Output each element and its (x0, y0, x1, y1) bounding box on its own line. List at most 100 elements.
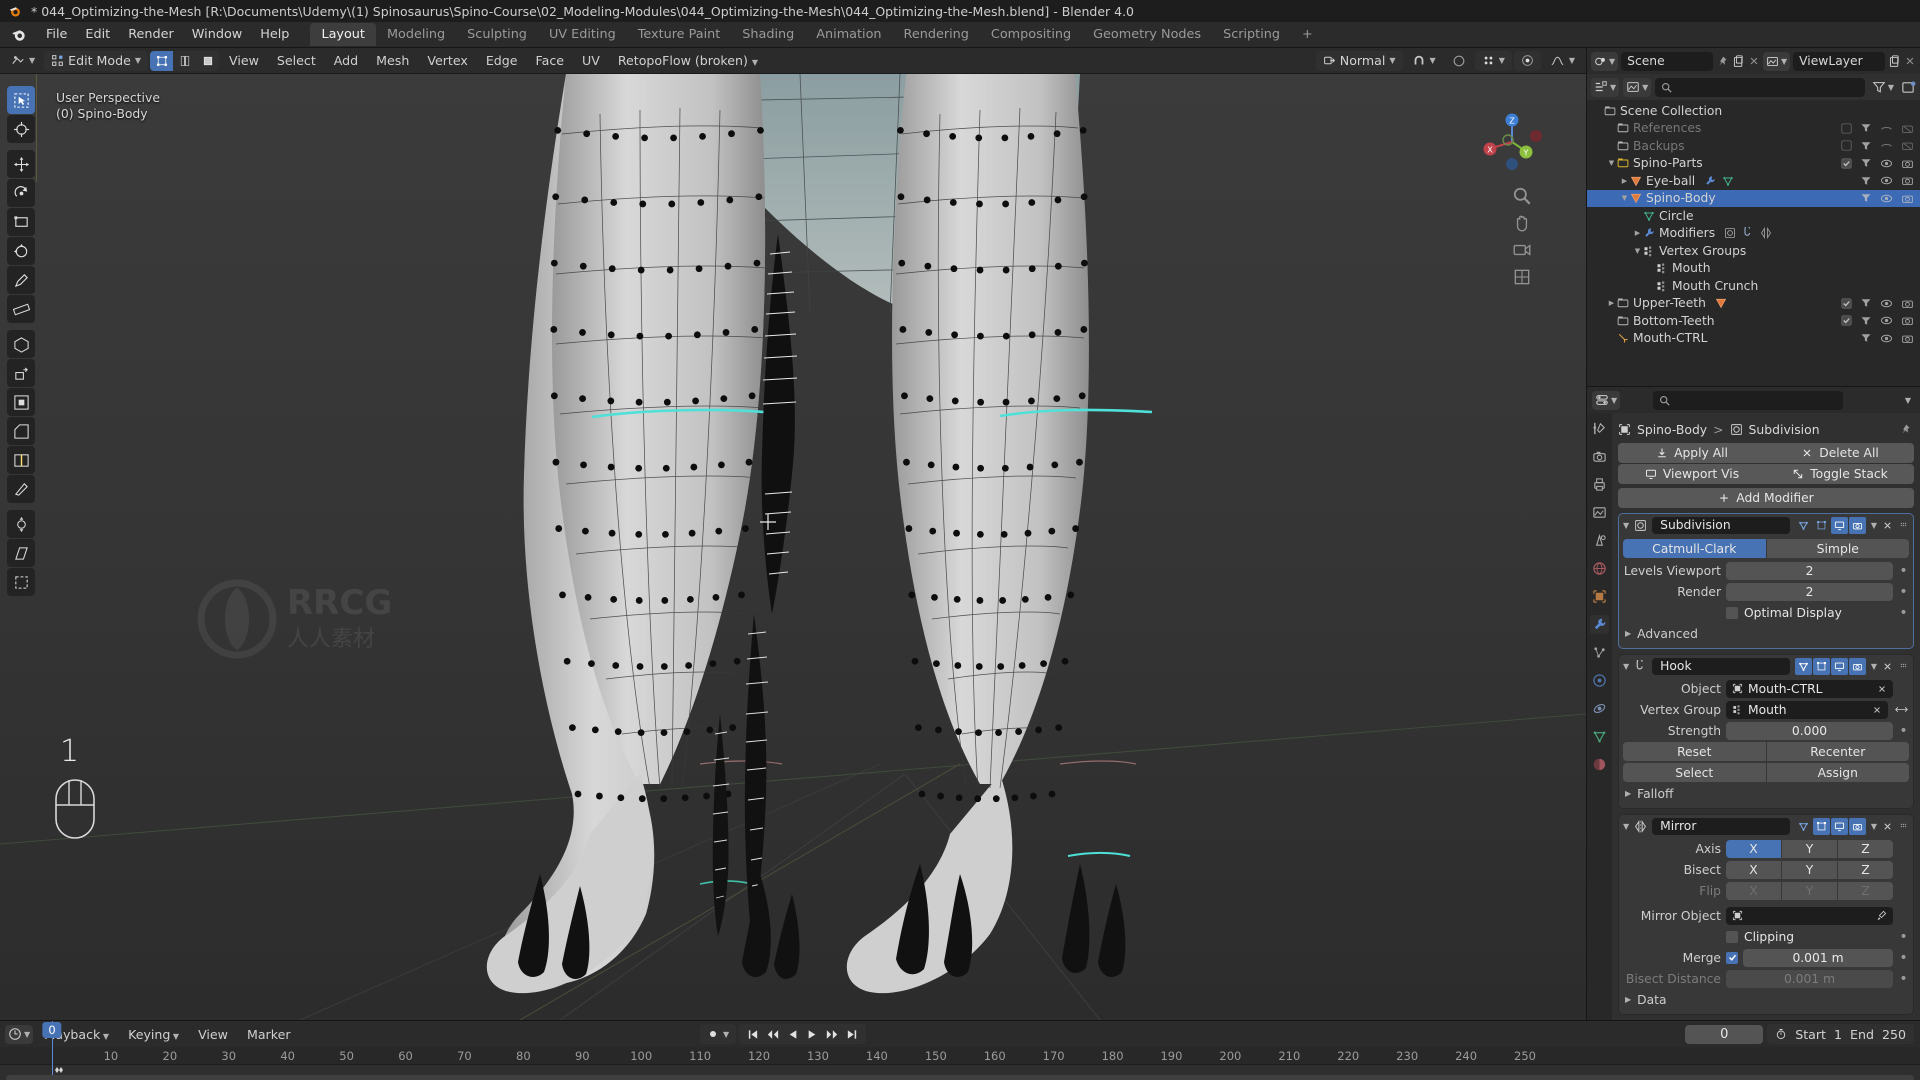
tab-constraints[interactable] (1590, 699, 1609, 718)
tool-bevel[interactable] (7, 417, 35, 445)
properties-search-input[interactable] (1653, 390, 1844, 410)
toggle-edit-mode-display[interactable] (1795, 517, 1812, 534)
timeline-menu-keying[interactable]: Keying ▼ (120, 1024, 187, 1045)
eye-icon[interactable] (1880, 297, 1893, 310)
jump-to-end-icon[interactable] (847, 1029, 857, 1040)
eye-icon[interactable] (1880, 157, 1893, 170)
eye-icon[interactable] (1880, 174, 1893, 187)
outliner-twisty[interactable]: ▼ (1606, 159, 1617, 167)
outliner-search-input[interactable] (1655, 77, 1865, 97)
remove-modifier-subdivision-icon[interactable] (1882, 520, 1893, 531)
mesh-data-icon[interactable] (1722, 175, 1734, 187)
timeline-menu-view[interactable]: View (190, 1024, 236, 1045)
outliner-row-visibility-icons[interactable] (1841, 314, 1914, 327)
viewport-toolbar[interactable] (7, 86, 35, 602)
viewport-menu-add[interactable]: Add (326, 50, 366, 71)
new-scene-icon[interactable] (1732, 54, 1745, 68)
pan-hand-icon[interactable] (1512, 213, 1532, 233)
tab-particles[interactable] (1590, 643, 1609, 662)
clipping-checkbox[interactable] (1726, 930, 1738, 943)
tab-material[interactable] (1590, 755, 1609, 774)
outliner-row-mouth-crunch[interactable]: Mouth Crunch (1587, 277, 1920, 295)
scene-browse-button[interactable]: ▼ (1591, 51, 1619, 71)
toggle-edit-mode-display-hook[interactable] (1794, 657, 1812, 675)
filter-icon[interactable] (1860, 157, 1872, 169)
tab-render[interactable] (1590, 447, 1609, 466)
outliner-row-visibility-icons[interactable] (1860, 192, 1914, 205)
auto-keying-toggle[interactable]: ▼ (700, 1024, 737, 1044)
drag-handle-mirror-icon[interactable] (1898, 821, 1909, 832)
interaction-mode-selector[interactable]: Edit Mode ▼ (44, 50, 149, 71)
merge-value-field[interactable]: 0.001 m (1743, 948, 1893, 967)
subsurf-icon[interactable] (1724, 227, 1736, 239)
play-icon[interactable] (807, 1029, 817, 1040)
collapse-hook-icon[interactable]: ▼ (1623, 662, 1629, 671)
workspace-tab-geometry-nodes[interactable]: Geometry Nodes (1082, 23, 1212, 46)
apply-all-button[interactable]: Apply All (1618, 443, 1766, 463)
filter-icon[interactable] (1860, 297, 1872, 309)
workspace-tab-uv-editing[interactable]: UV Editing (538, 23, 627, 46)
checkbox-off-icon[interactable] (1841, 140, 1852, 151)
camera-icon[interactable] (1901, 157, 1914, 170)
viewport-menu-mesh[interactable]: Mesh (368, 50, 417, 71)
outliner-row-mouth-ctrl[interactable]: Mouth-CTRL (1587, 330, 1920, 348)
outliner-row-backups[interactable]: Backups (1587, 137, 1920, 155)
tool-shear[interactable] (7, 539, 35, 567)
workspace-tab-animation[interactable]: Animation (805, 23, 892, 46)
proportional-falloff-selector[interactable]: ▼ (1474, 50, 1512, 71)
viewport-menu-uv[interactable]: UV (574, 50, 608, 71)
timeline-menu-marker[interactable]: Marker (239, 1024, 299, 1045)
workspace-tab-texture-paint[interactable]: Texture Paint (627, 23, 732, 46)
simple-button[interactable]: Simple (1766, 539, 1909, 558)
hidden-icon[interactable] (1880, 139, 1893, 152)
modifier-name-subdivision[interactable]: Subdivision (1652, 516, 1790, 534)
clear-vertex-group-icon[interactable] (1872, 705, 1882, 715)
catmull-clark-button[interactable]: Catmull-Clark (1623, 539, 1766, 558)
pin-scene-icon[interactable] (1716, 55, 1729, 68)
hook-reset-button[interactable]: Reset (1623, 742, 1766, 761)
play-reverse-icon[interactable] (788, 1029, 798, 1040)
tool-extrude[interactable] (7, 359, 35, 387)
subdivision-algorithm-tabs[interactable]: Catmull-Clark Simple (1623, 539, 1909, 558)
mirror-bisect-x[interactable]: X (1726, 860, 1781, 879)
modifier-toggles-subdivision[interactable] (1795, 516, 1866, 534)
filter-icon[interactable] (1860, 175, 1872, 187)
mirror-icon[interactable] (1760, 227, 1772, 240)
outliner-row-visibility-icons[interactable] (1841, 139, 1914, 152)
hook-object-field[interactable]: Mouth-CTRL (1726, 679, 1893, 698)
previous-keyframe-icon[interactable] (767, 1029, 779, 1040)
menu-file[interactable]: File (37, 24, 76, 45)
tool-scale[interactable] (7, 208, 35, 236)
delete-viewlayer-icon[interactable] (1904, 55, 1916, 67)
tab-view-layer[interactable] (1590, 503, 1609, 522)
menu-render[interactable]: Render (119, 24, 183, 45)
outliner-row-visibility-icons[interactable] (1841, 297, 1914, 310)
collapse-mirror-icon[interactable]: ▼ (1623, 822, 1629, 831)
filter-icon[interactable] (1860, 192, 1872, 204)
outliner-row-visibility-icons[interactable] (1841, 122, 1914, 135)
outliner-twisty[interactable]: ▶ (1606, 299, 1617, 307)
wrench-icon[interactable] (1704, 175, 1716, 187)
playback-controls[interactable] (739, 1024, 867, 1044)
mirror-bisect-toggles[interactable]: X Y Z (1726, 860, 1893, 879)
toggle-on-cage-hook[interactable] (1812, 657, 1830, 675)
hook-buttons-row1[interactable]: Reset Recenter (1623, 742, 1909, 761)
modifier-header-mirror[interactable]: ▼ Mirror ▼ (1619, 815, 1913, 837)
toggle-edit-mode-display-mirror[interactable] (1795, 818, 1812, 835)
timeline-frame-controls[interactable]: 0 Start 1 End 250 (1685, 1024, 1914, 1044)
levels-viewport-field[interactable]: 2 (1726, 561, 1893, 580)
tool-inset[interactable] (7, 388, 35, 416)
camera-icon[interactable] (1901, 174, 1914, 187)
properties-editor-type[interactable]: ▼ (1592, 390, 1621, 410)
tab-physics[interactable] (1590, 671, 1609, 690)
workspace-tab-shading[interactable]: Shading (731, 23, 805, 46)
tool-annotate[interactable] (7, 266, 35, 294)
data-section-mirror[interactable]: ▶ Data (1625, 990, 1907, 1009)
eye-icon[interactable] (1880, 192, 1893, 205)
tab-scene[interactable] (1590, 531, 1609, 550)
toggle-render-display-hook[interactable] (1848, 657, 1866, 675)
outliner-row-upper-teeth[interactable]: ▶ Upper-Teeth (1587, 295, 1920, 313)
tool-shrink-fatten[interactable] (7, 510, 35, 538)
outliner-twisty[interactable]: ▶ (1632, 229, 1643, 237)
start-frame-value[interactable]: 1 (1834, 1027, 1842, 1042)
